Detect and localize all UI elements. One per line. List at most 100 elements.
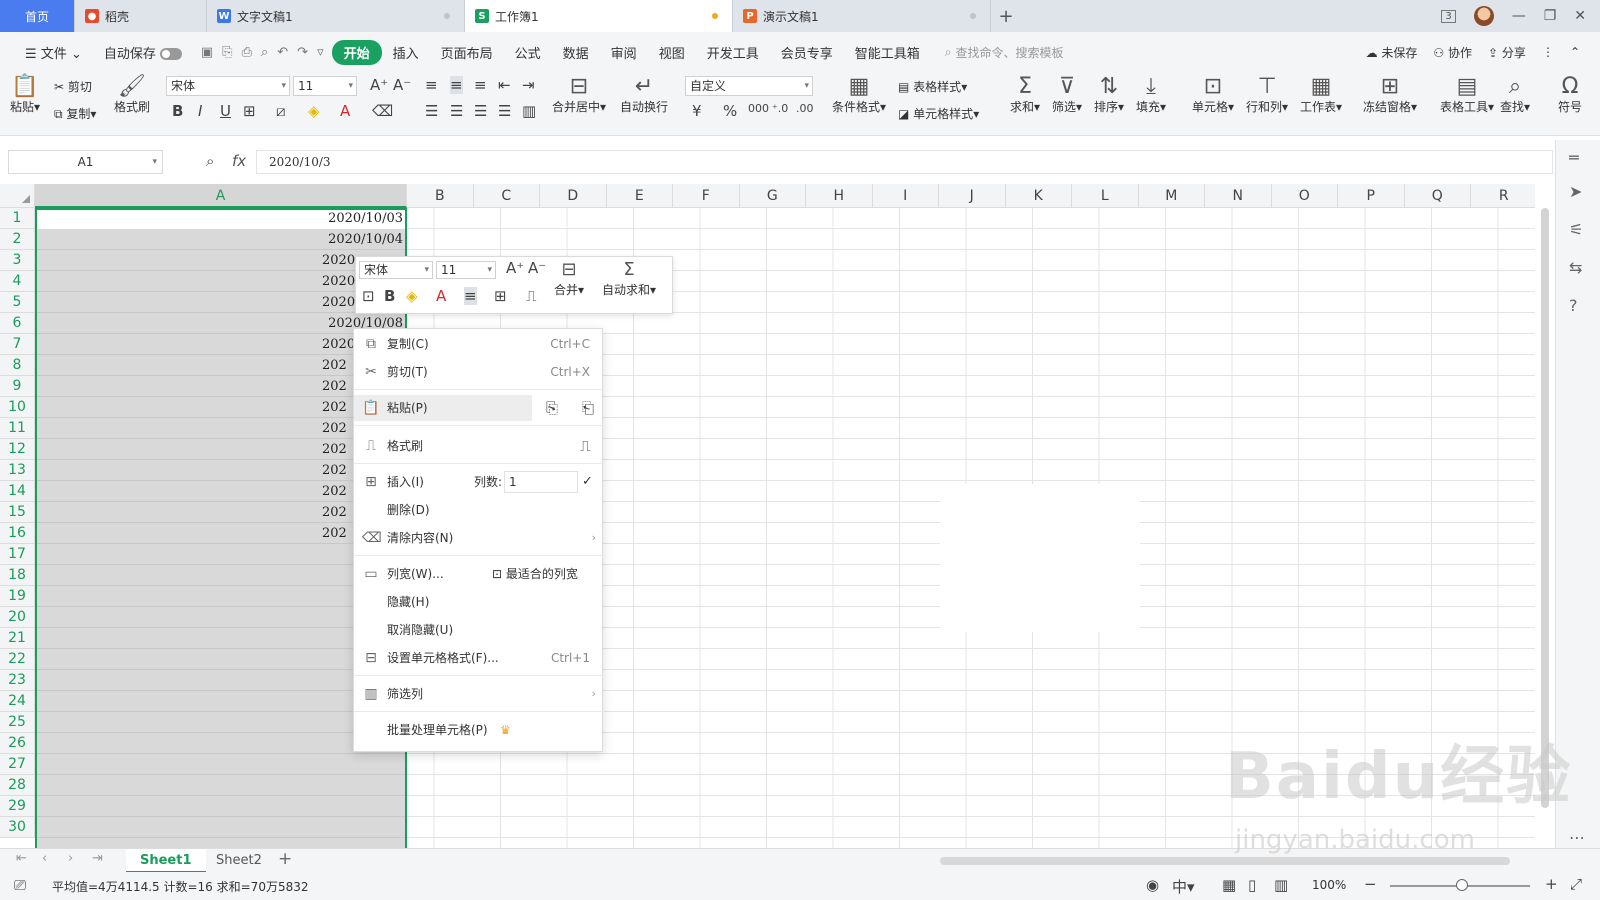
percent-icon[interactable]: % [723, 102, 737, 120]
macro-icon[interactable]: ⎚ [14, 876, 26, 894]
column-header-q[interactable]: Q [1404, 184, 1471, 208]
kebab-icon[interactable]: ⋮ [1542, 45, 1554, 59]
fx-icon[interactable]: fx [232, 152, 246, 170]
command-search[interactable]: ⌕ 查找命令、搜索模板 [945, 44, 1064, 61]
currency-icon[interactable]: ¥ [692, 102, 702, 120]
page-layout-view-icon[interactable]: ▯ [1248, 876, 1256, 894]
row-header[interactable]: 3 [0, 250, 35, 271]
mini-font-color-icon[interactable]: A [436, 287, 446, 305]
row-header[interactable]: 15 [0, 502, 35, 523]
more-icon[interactable]: ▿ [317, 45, 324, 60]
indent-icon[interactable]: ⇥ [522, 76, 535, 94]
mini-fill-icon[interactable]: ◈ [406, 287, 418, 305]
zoom-level[interactable]: 100% [1312, 878, 1346, 892]
menu-filter-column[interactable]: ▥ 筛选列 › [354, 681, 604, 707]
column-header-i[interactable]: I [872, 184, 939, 208]
row-header[interactable]: 24 [0, 691, 35, 712]
row-header[interactable]: 18 [0, 565, 35, 586]
menu-format-painter[interactable]: ⎍ 格式刷 [354, 433, 604, 459]
minimize-icon[interactable]: — [1512, 8, 1526, 24]
column-header-l[interactable]: L [1072, 184, 1139, 208]
tab-word[interactable]: W 文字文稿1 [207, 0, 465, 32]
align-left-icon[interactable]: ☰ [425, 102, 438, 120]
bold-icon[interactable]: B [172, 102, 183, 120]
more-dots-icon[interactable]: ⋯ [1569, 828, 1585, 847]
italic-icon[interactable]: I [198, 102, 202, 120]
page-break-view-icon[interactable]: ▥ [1274, 876, 1288, 894]
sheet-tab-2[interactable]: Sheet2 [202, 849, 276, 873]
justify-icon[interactable]: ☰ [498, 102, 511, 120]
row-header[interactable]: 6 [0, 313, 35, 334]
cell-value-partial[interactable]: 2020 [320, 271, 356, 292]
cut-button[interactable]: ✂ 剪切 [54, 78, 92, 95]
cell-value-partial[interactable]: 202 [320, 481, 356, 502]
tab-insert[interactable]: 插入 [382, 43, 430, 62]
column-header-p[interactable]: P [1338, 184, 1405, 208]
cell-value-partial[interactable]: 202 [320, 355, 356, 376]
cell-value-partial[interactable]: 2020 [320, 250, 356, 271]
zoom-out-icon[interactable]: − [1364, 875, 1377, 893]
freeze-panes-button[interactable]: ⊞ 冻结窗格▾ [1363, 76, 1417, 115]
next-sheet-icon[interactable]: › [68, 851, 73, 866]
confirm-check-icon[interactable]: ✓ [582, 469, 593, 495]
conditional-format-button[interactable]: ▦ 条件格式▾ [832, 76, 886, 115]
cell-value-partial[interactable]: 202 [320, 523, 356, 544]
column-count-input[interactable]: 1 [504, 471, 578, 493]
name-box[interactable]: A1 [8, 150, 163, 174]
align-top-icon[interactable]: ≡ [425, 76, 438, 94]
menu-delete[interactable]: 删除(D) [354, 497, 604, 523]
row-header[interactable]: 1 [0, 208, 35, 229]
export-icon[interactable]: ⎘ [222, 45, 232, 60]
cell-value-partial[interactable]: 202 [320, 376, 356, 397]
thousands-icon[interactable]: 000 [748, 102, 769, 115]
tab-review[interactable]: 审阅 [600, 43, 648, 62]
font-increase-icon[interactable]: A⁺ [370, 76, 388, 94]
undo-icon[interactable]: ↶ [277, 45, 288, 60]
row-header[interactable]: 11 [0, 418, 35, 439]
tab-page-layout[interactable]: 页面布局 [430, 43, 504, 62]
column-header-e[interactable]: E [606, 184, 673, 208]
collab-button[interactable]: ⚇ 协作 [1433, 44, 1472, 61]
underline-icon[interactable]: U [220, 102, 231, 120]
tab-word-close-icon[interactable] [444, 13, 450, 19]
row-header[interactable]: 13 [0, 460, 35, 481]
cell-button[interactable]: ⊡ 单元格▾ [1192, 76, 1234, 115]
column-header-o[interactable]: O [1271, 184, 1338, 208]
redo-icon[interactable]: ↷ [297, 45, 308, 60]
cell-value-partial[interactable]: 202 [320, 460, 356, 481]
sum-button[interactable]: Σ 求和▾ [1010, 76, 1040, 115]
align-middle-icon[interactable]: ≡ [450, 76, 463, 94]
menu-cut[interactable]: ✂ 剪切(T) Ctrl+X [354, 359, 604, 385]
table-tools-button[interactable]: ▤ 表格工具▾ [1440, 76, 1494, 115]
merge-center-button[interactable]: ⊟ 合并居中▾ [552, 76, 606, 115]
menu-format-cells[interactable]: ⊟ 设置单元格格式(F)... Ctrl+1 [354, 645, 604, 671]
row-header[interactable]: 7 [0, 334, 35, 355]
row-header[interactable]: 14 [0, 481, 35, 502]
vertical-scroll-thumb[interactable] [1541, 208, 1549, 808]
tab-smart-tools[interactable]: 智能工具箱 [844, 43, 931, 62]
first-sheet-icon[interactable]: ⇤ [16, 851, 27, 866]
row-header[interactable]: 27 [0, 754, 35, 775]
tab-docer[interactable]: ● 稻壳 [75, 0, 207, 32]
menu-unhide[interactable]: 取消隐藏(U) [354, 617, 604, 643]
unsaved-dot-icon[interactable] [712, 13, 718, 19]
row-header[interactable]: 2 [0, 229, 35, 250]
worksheet-button[interactable]: ▦ 工作表▾ [1300, 76, 1342, 115]
increase-decimal-icon[interactable]: ⁺.0 [772, 102, 788, 115]
print-icon[interactable]: ⎙ [242, 45, 252, 60]
select-all-corner[interactable] [0, 184, 35, 208]
unsaved-button[interactable]: ☁ 未保存 [1366, 44, 1418, 61]
font-color-icon[interactable]: A [340, 102, 350, 120]
cell-value-partial[interactable]: 202 [320, 397, 356, 418]
strikethrough-icon[interactable]: ⧄ [276, 102, 286, 120]
help-icon[interactable]: ? [1569, 296, 1578, 315]
column-header-g[interactable]: G [739, 184, 806, 208]
font-size-select[interactable]: 11 [293, 76, 357, 96]
tab-data[interactable]: 数据 [552, 43, 600, 62]
restore-icon[interactable]: ❐ [1544, 8, 1557, 24]
menu-insert[interactable]: ⊞ 插入(I) 列数: 1 ✓ [354, 469, 604, 495]
fill-button[interactable]: ⤓ 填充▾ [1136, 76, 1166, 115]
zoom-slider-handle[interactable] [1456, 879, 1468, 891]
align-center-icon[interactable]: ☰ [450, 102, 463, 120]
cell-value-partial[interactable]: 2020 [320, 292, 356, 313]
